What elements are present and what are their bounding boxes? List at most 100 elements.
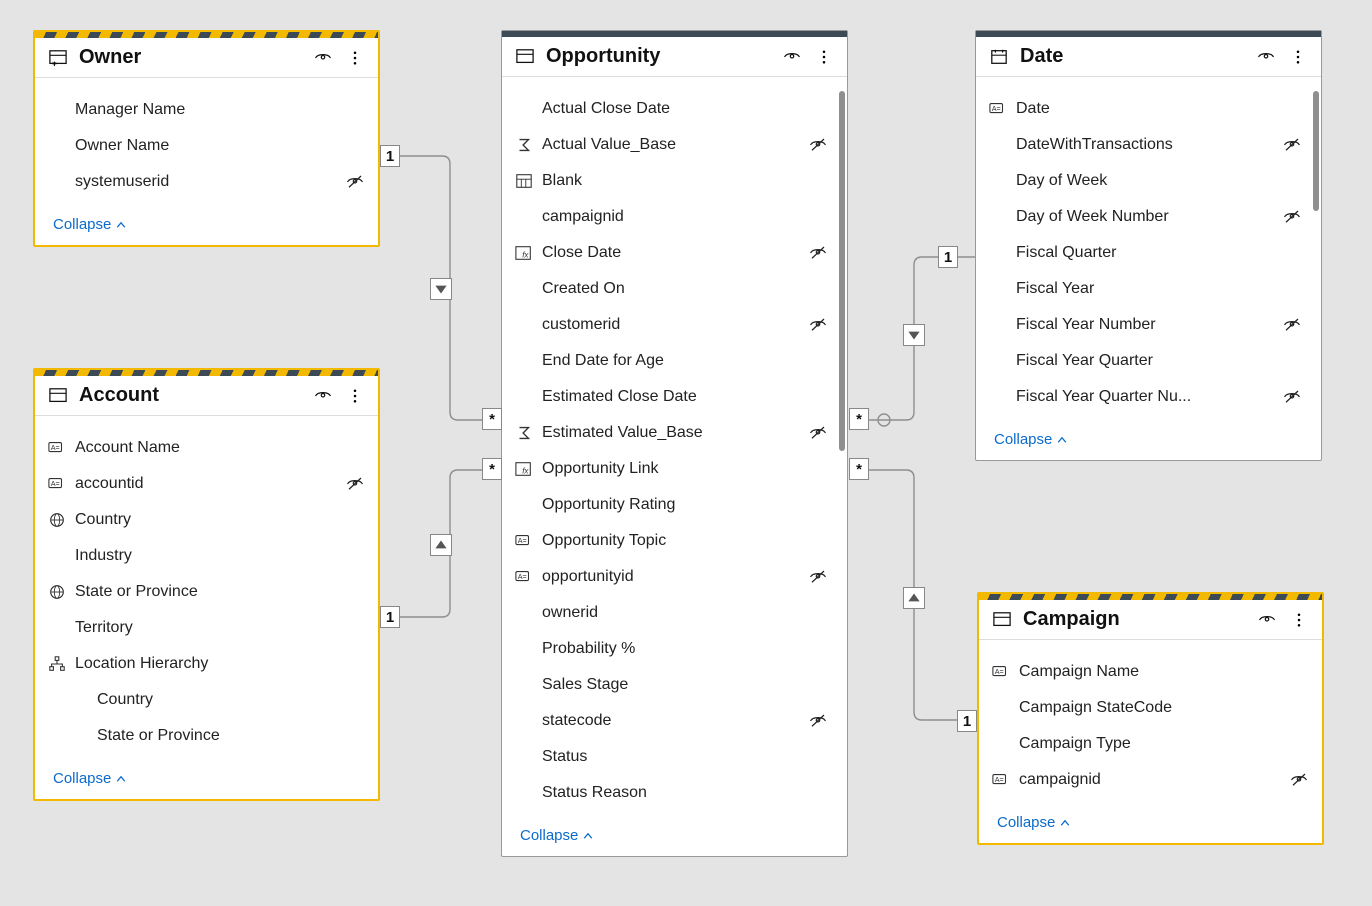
more-options-icon[interactable]: [1288, 609, 1310, 631]
field-row[interactable]: A=Opportunity Topic: [514, 523, 829, 559]
visibility-icon[interactable]: [781, 46, 803, 68]
field-label: Fiscal Quarter: [1016, 244, 1303, 262]
model-canvas[interactable]: 1 * 1 * 1 * 1 * Owner Manager NameOwner …: [0, 0, 1372, 906]
field-label: Industry: [75, 547, 366, 565]
field-row[interactable]: Fiscal Year Quarter Nu...: [988, 379, 1303, 415]
field-row[interactable]: Actual Close Date: [514, 91, 829, 127]
card-header[interactable]: Campaign: [979, 600, 1322, 640]
visibility-icon[interactable]: [312, 47, 334, 69]
visibility-icon[interactable]: [1256, 609, 1278, 631]
table-card-campaign[interactable]: Campaign A= Campaign Name Campaign StateCo…: [977, 592, 1324, 845]
hidden-icon[interactable]: [1281, 316, 1303, 334]
field-row[interactable]: statecode: [514, 703, 829, 739]
hidden-icon[interactable]: [807, 712, 829, 730]
field-row[interactable]: fxOpportunity Link: [514, 451, 829, 487]
hidden-icon[interactable]: [807, 136, 829, 154]
field-row[interactable]: Opportunity Rating: [514, 487, 829, 523]
field-row[interactable]: Territory: [47, 610, 366, 646]
field-row[interactable]: Created On: [514, 271, 829, 307]
visibility-icon[interactable]: [1255, 46, 1277, 68]
hidden-icon[interactable]: [807, 316, 829, 334]
field-row[interactable]: Fiscal Year Quarter: [988, 343, 1303, 379]
field-label: accountid: [75, 475, 336, 493]
field-row[interactable]: A=opportunityid: [514, 559, 829, 595]
field-row[interactable]: Country: [47, 502, 366, 538]
field-row[interactable]: Manager Name: [47, 92, 366, 128]
more-options-icon[interactable]: [344, 385, 366, 407]
field-row[interactable]: Estimated Value_Base: [514, 415, 829, 451]
field-row[interactable]: Day of Week Number: [988, 199, 1303, 235]
field-row[interactable]: Fiscal Year: [988, 271, 1303, 307]
table-card-date[interactable]: Date A=DateDateWithTransactionsDay of We…: [975, 30, 1322, 461]
card-header[interactable]: Date: [976, 37, 1321, 77]
field-row[interactable]: Actual Value_Base: [514, 127, 829, 163]
hidden-icon[interactable]: [1281, 388, 1303, 406]
field-row[interactable]: Estimated Close Date: [514, 379, 829, 415]
hidden-icon[interactable]: [344, 475, 366, 493]
hidden-icon[interactable]: [807, 568, 829, 586]
field-row[interactable]: Owner Name: [47, 128, 366, 164]
field-label: Campaign Name: [1019, 663, 1310, 681]
field-row[interactable]: Status Reason: [514, 775, 829, 811]
table-title: Owner: [79, 46, 302, 69]
field-row[interactable]: End Date for Age: [514, 343, 829, 379]
hidden-icon[interactable]: [807, 244, 829, 262]
collapse-link[interactable]: Collapse: [994, 431, 1068, 448]
field-row[interactable]: A=campaignid: [991, 762, 1310, 798]
hidden-icon[interactable]: [344, 173, 366, 191]
card-header[interactable]: Account: [35, 376, 378, 416]
field-row[interactable]: A=accountid: [47, 466, 366, 502]
scrollbar[interactable]: [1313, 91, 1319, 211]
collapse-link[interactable]: Collapse: [53, 770, 127, 787]
field-row[interactable]: Status: [514, 739, 829, 775]
table-card-account[interactable]: Account A=Account NameA=accountidCountry…: [33, 368, 380, 801]
field-row[interactable]: Campaign Type: [991, 726, 1310, 762]
field-row[interactable]: Probability %: [514, 631, 829, 667]
field-row[interactable]: Sales Stage: [514, 667, 829, 703]
field-label: Actual Value_Base: [542, 136, 799, 154]
collapse-link[interactable]: Collapse: [520, 827, 594, 844]
collapse-link[interactable]: Collapse: [997, 814, 1071, 831]
hidden-icon[interactable]: [807, 424, 829, 442]
field-row[interactable]: Fiscal Quarter: [988, 235, 1303, 271]
field-label: Opportunity Rating: [542, 496, 829, 514]
field-row[interactable]: A= Campaign Name: [991, 654, 1310, 690]
hidden-icon[interactable]: [1281, 208, 1303, 226]
field-row[interactable]: DateWithTransactions: [988, 127, 1303, 163]
field-row[interactable]: customerid: [514, 307, 829, 343]
field-row[interactable]: Blank: [514, 163, 829, 199]
card-header[interactable]: Owner: [35, 38, 378, 78]
field-row[interactable]: Country: [47, 682, 366, 718]
field-row[interactable]: systemuserid: [47, 164, 366, 200]
field-label: Manager Name: [75, 101, 366, 119]
field-row[interactable]: Campaign StateCode: [991, 690, 1310, 726]
field-label: Owner Name: [75, 137, 366, 155]
scrollbar[interactable]: [839, 91, 845, 451]
field-row[interactable]: ownerid: [514, 595, 829, 631]
more-options-icon[interactable]: [813, 46, 835, 68]
field-row[interactable]: A=Date: [988, 91, 1303, 127]
field-row[interactable]: Industry: [47, 538, 366, 574]
more-options-icon[interactable]: [1287, 46, 1309, 68]
field-row[interactable]: State or Province: [47, 574, 366, 610]
svg-text:A=: A=: [995, 667, 1004, 676]
field-row[interactable]: Day of Week: [988, 163, 1303, 199]
table-card-opportunity[interactable]: Opportunity Actual Close Date Actual Valu…: [501, 30, 848, 857]
field-label: ownerid: [542, 604, 829, 622]
collapse-link[interactable]: Collapse: [53, 216, 127, 233]
field-row[interactable]: campaignid: [514, 199, 829, 235]
table-card-owner[interactable]: Owner Manager Name Owner Name systemuserid…: [33, 30, 380, 247]
more-options-icon[interactable]: [344, 47, 366, 69]
field-row[interactable]: fxClose Date: [514, 235, 829, 271]
visibility-icon[interactable]: [312, 385, 334, 407]
hidden-icon[interactable]: [1288, 771, 1310, 789]
field-label: systemuserid: [75, 173, 336, 191]
collapse-label: Collapse: [997, 814, 1055, 831]
field-label: Opportunity Topic: [542, 532, 829, 550]
field-row[interactable]: Location Hierarchy: [47, 646, 366, 682]
hidden-icon[interactable]: [1281, 136, 1303, 154]
card-header[interactable]: Opportunity: [502, 37, 847, 77]
field-row[interactable]: A=Account Name: [47, 430, 366, 466]
field-row[interactable]: Fiscal Year Number: [988, 307, 1303, 343]
field-row[interactable]: State or Province: [47, 718, 366, 754]
